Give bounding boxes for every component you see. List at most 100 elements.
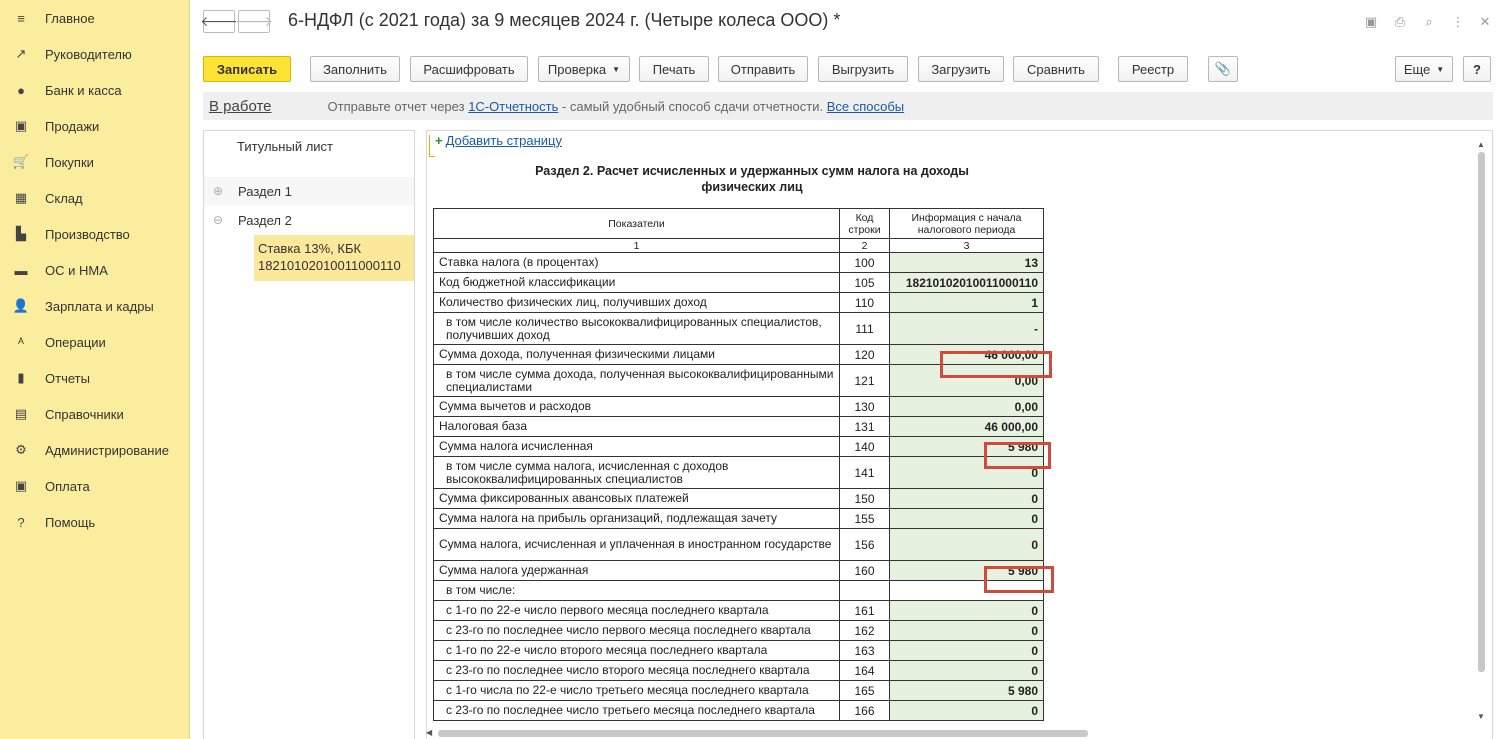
highlight-box-160	[984, 566, 1054, 593]
fill-button[interactable]: Заполнить	[310, 56, 400, 82]
paperclip-icon: 📎	[1214, 61, 1232, 76]
export-button[interactable]: Выгрузить	[818, 56, 908, 82]
scroll-down-icon[interactable]: ▼	[1477, 712, 1485, 721]
row-value[interactable]: 0	[889, 640, 1044, 661]
sidebar-item-7[interactable]: ▬ ОС и НМА	[0, 252, 189, 288]
row-value[interactable]: -	[889, 312, 1044, 345]
row-code: 130	[839, 396, 890, 417]
expand-icon[interactable]: ⊕	[208, 184, 228, 198]
row-value[interactable]: 0	[889, 620, 1044, 641]
sidebar-item-10[interactable]: ▮ Отчеты	[0, 360, 189, 396]
bar-chart-icon: ▮	[17, 370, 25, 385]
close-icon[interactable]: ✕	[1477, 14, 1493, 30]
table-row: в том числе:	[433, 580, 1044, 601]
tree-item-section2[interactable]: ⊖ Раздел 2	[204, 206, 414, 234]
send-button[interactable]: Отправить	[718, 56, 808, 82]
sidebar-item-3[interactable]: ▣ Продажи	[0, 108, 189, 144]
collapse-icon[interactable]: ⊖	[208, 213, 228, 227]
all-methods-link[interactable]: Все способы	[827, 99, 904, 114]
sidebar-item-2[interactable]: ● Банк и касса	[0, 72, 189, 108]
vertical-scroll-thumb[interactable]	[1478, 152, 1485, 672]
sections-tree: Титульный лист ⊕ Раздел 1 ⊖ Раздел 2 Ставк…	[203, 130, 415, 739]
scroll-up-icon[interactable]: ▲	[1477, 140, 1485, 149]
table-row: Сумма налога исчисленная 140 5 980	[433, 436, 1044, 457]
row-value[interactable]: 13	[889, 252, 1044, 273]
status-link[interactable]: В работе	[209, 98, 272, 115]
caret-down-icon: ▼	[612, 64, 621, 74]
print-button[interactable]: Печать	[639, 56, 709, 82]
sidebar-item-12[interactable]: ⚙ Администрирование	[0, 432, 189, 468]
print-icon[interactable]: ⎙	[1392, 14, 1408, 30]
row-name: с 1-го числа по 22-е число третьего меся…	[433, 680, 840, 701]
decode-button[interactable]: Расшифровать	[410, 56, 528, 82]
cart-icon: 🛒	[12, 154, 30, 169]
help-button[interactable]: ?	[1463, 56, 1491, 82]
row-code: 155	[839, 508, 890, 529]
more-button[interactable]: Еще ▼	[1395, 56, 1453, 82]
row-value[interactable]: 0	[889, 488, 1044, 509]
row-value[interactable]: 0,00	[889, 396, 1044, 417]
preview-icon[interactable]: ⌕	[1421, 14, 1437, 30]
page-title: 6-НДФЛ (с 2021 года) за 9 месяцев 2024 г…	[288, 10, 841, 30]
table-header: Показатели Код строки Информация с начала…	[433, 208, 1044, 239]
row-value[interactable]: 0	[889, 528, 1044, 561]
sidebar-item-9[interactable]: ᴬ Операции	[0, 324, 189, 360]
registry-button[interactable]: Реестр	[1118, 56, 1188, 82]
sidebar-item-8[interactable]: 👤 Зарплата и кадры	[0, 288, 189, 324]
import-button[interactable]: Загрузить	[918, 56, 1004, 82]
info-text: Отправьте отчет через 1С-Отчетность - са…	[327, 98, 905, 114]
row-value[interactable]: 5 980	[889, 680, 1044, 701]
tree-item-selected[interactable]: Ставка 13%, КБК 18210102010011000110	[254, 235, 414, 281]
table-row: с 1-го числа по 22-е число третьего меся…	[433, 680, 1044, 701]
row-name: с 23-го по последнее число третьего меся…	[433, 700, 840, 721]
add-page-link[interactable]: + Добавить страницу	[435, 133, 562, 148]
row-name: Сумма налога, исчисленная и уплаченная в…	[433, 528, 840, 561]
reporting-link[interactable]: 1С-Отчетность	[468, 99, 558, 114]
check-button[interactable]: Проверка ▼	[538, 56, 630, 82]
table-row: Сумма налога на прибыль организаций, под…	[433, 508, 1044, 529]
tree-item-title-page[interactable]: Титульный лист	[204, 132, 414, 160]
save-icon[interactable]: ▣	[1363, 14, 1379, 30]
horizontal-scrollbar[interactable]: ◀	[426, 726, 1476, 739]
save-button[interactable]: Записать	[203, 56, 291, 82]
sidebar-item-1[interactable]: ↗ Руководителю	[0, 36, 189, 72]
sidebar-item-4[interactable]: 🛒 Покупки	[0, 144, 189, 180]
row-value[interactable]: 1	[889, 292, 1044, 313]
row-value[interactable]: 0	[889, 660, 1044, 681]
row-name: Ставка налога (в процентах)	[433, 252, 840, 273]
row-value[interactable]: 46 000,00	[889, 416, 1044, 437]
sidebar-item-14[interactable]: ? Помощь	[0, 504, 189, 540]
row-name: Код бюджетной классификации	[433, 272, 840, 293]
row-value[interactable]: 0	[889, 700, 1044, 721]
sidebar-item-11[interactable]: ▤ Справочники	[0, 396, 189, 432]
table-row: Сумма налога, исчисленная и уплаченная в…	[433, 528, 1044, 561]
table-row: в том числе количество высококвалифициро…	[433, 312, 1044, 345]
sidebar-item-13[interactable]: ▣ Оплата	[0, 468, 189, 504]
row-name: Сумма налога на прибыль организаций, под…	[433, 508, 840, 529]
sidebar-item-6[interactable]: ▙ Производство	[0, 216, 189, 252]
row-value[interactable]: 0	[889, 600, 1044, 621]
forward-button[interactable]: 🡒	[235, 10, 273, 33]
horizontal-scroll-thumb[interactable]	[438, 730, 1088, 737]
sidebar-item-0[interactable]: ≡ Главное	[0, 0, 189, 36]
row-name: Сумма фиксированных авансовых платежей	[433, 488, 840, 509]
row-code: 161	[839, 600, 890, 621]
tree-item-section1[interactable]: ⊕ Раздел 1	[204, 177, 414, 205]
more-icon[interactable]: ⋮	[1450, 14, 1466, 30]
wallet-icon: ▣	[14, 478, 28, 493]
row-name: Сумма дохода, полученная физическими лиц…	[433, 344, 840, 365]
row-name: в том числе сумма дохода, полученная выс…	[433, 364, 840, 397]
row-name: Сумма вычетов и расходов	[433, 396, 840, 417]
row-value[interactable]: 0	[889, 508, 1044, 529]
vertical-scrollbar[interactable]: ▲ ▼	[1476, 140, 1486, 722]
row-code	[839, 580, 890, 601]
back-button[interactable]: 🡐	[200, 10, 238, 33]
row-value[interactable]: 18210102010011000110	[889, 272, 1044, 293]
compare-button[interactable]: Сравнить	[1013, 56, 1099, 82]
row-name: с 23-го по последнее число первого месяц…	[433, 620, 840, 641]
sidebar-item-5[interactable]: ▦ Склад	[0, 180, 189, 216]
scroll-left-icon[interactable]: ◀	[426, 728, 432, 737]
table-row: с 1-го по 22-е число второго месяца посл…	[433, 640, 1044, 661]
table-row: Ставка налога (в процентах) 100 13	[433, 252, 1044, 273]
attach-button[interactable]: 📎	[1208, 56, 1238, 82]
